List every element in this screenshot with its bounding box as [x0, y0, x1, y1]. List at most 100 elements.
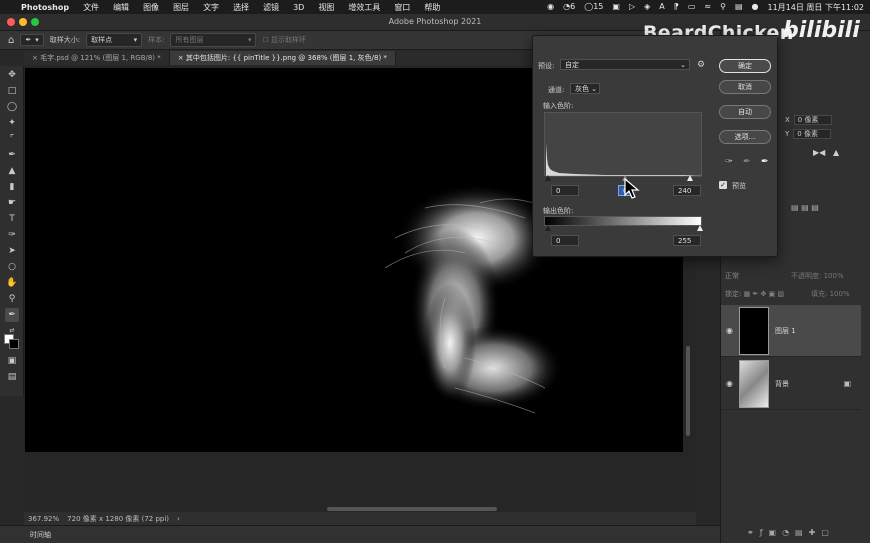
preset-select[interactable]: 自定 ⌄ — [560, 59, 690, 70]
input-white-slider[interactable] — [687, 175, 693, 181]
menu-help[interactable]: 帮助 — [417, 2, 447, 13]
menu-app-name[interactable]: Photoshop — [14, 3, 76, 12]
bluetooth-icon[interactable]: ⁋ — [674, 3, 679, 11]
menu-layer[interactable]: 图层 — [166, 2, 196, 13]
chevron-down-icon: ⌄ — [680, 61, 686, 69]
output-black-field[interactable]: 0 — [551, 235, 579, 246]
menu-select[interactable]: 选择 — [226, 2, 256, 13]
home-icon[interactable]: ⌂ — [8, 35, 14, 46]
preview-checkbox[interactable]: ✓ — [719, 181, 727, 189]
y-position-field[interactable]: 0 像素 — [793, 129, 832, 139]
gray-point-eyedropper-icon[interactable]: ✒ — [743, 157, 751, 167]
move-tool-icon[interactable]: ✥ — [5, 68, 19, 82]
output-white-slider[interactable] — [697, 225, 703, 231]
chevron-right-icon[interactable]: › — [177, 515, 180, 523]
menu-filter[interactable]: 滤镜 — [256, 2, 286, 13]
menu-view[interactable]: 视图 — [311, 2, 341, 13]
eyedropper-tool-icon[interactable]: ✒ — [5, 308, 19, 322]
x-position-field[interactable]: 0 像素 — [793, 115, 832, 125]
status-icon-2[interactable]: ◯15 — [584, 3, 603, 11]
opacity-field[interactable]: 100% — [824, 272, 844, 280]
lock-icons[interactable]: ▦ ✒ ✥ ▣ ▨ — [744, 290, 784, 298]
timeline-panel-tab[interactable]: 时间轴 — [0, 525, 720, 543]
chevron-down-icon: ▾ — [133, 36, 138, 44]
quick-mask-icon[interactable]: ▣ — [5, 354, 19, 368]
status-count-1: 6 — [570, 2, 576, 11]
preset-value: 自定 — [565, 61, 579, 69]
align-icons[interactable]: ▤ ▤ ▤ — [791, 203, 819, 212]
layer-actions-bar[interactable]: ⚭ƒ▣◔▤✚▢ — [747, 528, 835, 537]
input-black-slider[interactable] — [545, 175, 551, 181]
shape-tool-icon[interactable]: ○ — [5, 260, 19, 274]
ok-button[interactable]: 确定 — [719, 59, 771, 73]
search-icon[interactable]: ⚲ — [720, 3, 726, 11]
stamp-tool-icon[interactable]: ▲ — [5, 164, 19, 178]
battery-icon[interactable]: ▭ — [688, 3, 696, 11]
layer-thumbnail — [739, 306, 769, 355]
tab-document-2[interactable]: × 其中包括图片: {{ pinTitle }}.png @ 368% (图层 … — [169, 51, 396, 65]
pen-tool-icon[interactable]: ✑ — [5, 228, 19, 242]
show-ring-checkbox[interactable]: ☐ 显示取样环 — [262, 35, 306, 45]
siri-icon[interactable]: ● — [752, 3, 759, 11]
cancel-button[interactable]: 取消 — [719, 80, 771, 94]
output-white-field[interactable]: 255 — [673, 235, 701, 246]
tool-preset-picker[interactable]: ✒ ▾ — [20, 34, 44, 46]
lasso-tool-icon[interactable]: ◯ — [5, 100, 19, 114]
path-select-tool-icon[interactable]: ➤ — [5, 244, 19, 258]
app-icon[interactable]: ▣ — [612, 3, 620, 11]
background-color-swatch[interactable] — [9, 339, 19, 349]
tab-document-1[interactable]: × 毛字.psd @ 121% (图层 1, RGB/8) * — [24, 51, 170, 65]
input-white-field[interactable]: 240 — [673, 185, 701, 196]
black-point-eyedropper-icon[interactable]: ✒ — [725, 157, 733, 167]
output-black-slider[interactable] — [545, 225, 551, 231]
crop-tool-icon[interactable]: ⌜ — [5, 132, 19, 146]
menu-3d[interactable]: 3D — [286, 3, 311, 12]
screen-mode-icon[interactable]: ▤ — [5, 370, 19, 384]
menu-image[interactable]: 图像 — [136, 2, 166, 13]
play-icon[interactable]: ▷ — [629, 3, 635, 11]
sample-select[interactable]: 所有图层 ▾ — [170, 33, 257, 47]
magic-wand-tool-icon[interactable]: ✦ — [5, 116, 19, 130]
marquee-tool-icon[interactable]: □ — [5, 84, 19, 98]
layer-thumbnail — [739, 359, 769, 408]
type-tool-icon[interactable]: T — [5, 212, 19, 226]
brush-tool-icon[interactable]: ✒ — [5, 148, 19, 162]
blend-mode-select[interactable]: 正常 — [725, 271, 739, 281]
input-method-icon[interactable]: A — [659, 3, 664, 11]
menu-type[interactable]: 文字 — [196, 2, 226, 13]
input-black-field[interactable]: 0 — [551, 185, 579, 196]
status-icon-1[interactable]: ◔6 — [563, 3, 575, 11]
flip-vertical-icon[interactable]: ▲ — [833, 148, 839, 157]
zoom-tool-icon[interactable]: ⚲ — [5, 292, 19, 306]
horizontal-scrollbar[interactable] — [327, 507, 497, 511]
eyedropper-icon: ✒ — [25, 36, 32, 44]
menu-edit[interactable]: 编辑 — [106, 2, 136, 13]
eye-icon[interactable]: ◉ — [726, 326, 733, 335]
eye-icon[interactable]: ◉ — [726, 379, 733, 388]
eraser-tool-icon[interactable]: ▮ — [5, 180, 19, 194]
gear-icon[interactable]: ⚙ — [697, 60, 705, 70]
menu-window[interactable]: 窗口 — [387, 2, 417, 13]
sample-size-select[interactable]: 取样点 ▾ — [86, 33, 143, 47]
options-button[interactable]: 选项... — [719, 130, 771, 144]
fill-field[interactable]: 100% — [830, 290, 850, 298]
layer-row-background[interactable]: ◉ 背景 ▣ — [721, 358, 861, 410]
layer-row-layer-1[interactable]: ◉ 图层 1 — [721, 305, 861, 357]
channel-select[interactable]: 灰色 ⌄ — [570, 83, 600, 94]
shield-icon[interactable]: ◈ — [644, 3, 650, 11]
flip-horizontal-icon[interactable]: ▶◀ — [813, 148, 825, 157]
wifi-icon[interactable]: ≈ — [704, 3, 711, 11]
menu-plugins[interactable]: 增效工具 — [341, 2, 387, 13]
output-levels-label: 输出色阶: — [543, 207, 574, 215]
smudge-tool-icon[interactable]: ☛ — [5, 196, 19, 210]
record-icon[interactable]: ◉ — [547, 3, 554, 11]
vertical-scrollbar[interactable] — [686, 346, 690, 436]
layer-name: 背景 — [775, 379, 789, 388]
hand-tool-icon[interactable]: ✋ — [5, 276, 19, 290]
auto-button[interactable]: 自动 — [719, 105, 771, 119]
input-levels-label: 输入色阶: — [543, 102, 574, 110]
control-center-icon[interactable]: ▤ — [735, 3, 743, 11]
white-point-eyedropper-icon[interactable]: ✒ — [761, 157, 769, 167]
menu-file[interactable]: 文件 — [76, 2, 106, 13]
zoom-readout[interactable]: 367.92% — [28, 515, 59, 523]
